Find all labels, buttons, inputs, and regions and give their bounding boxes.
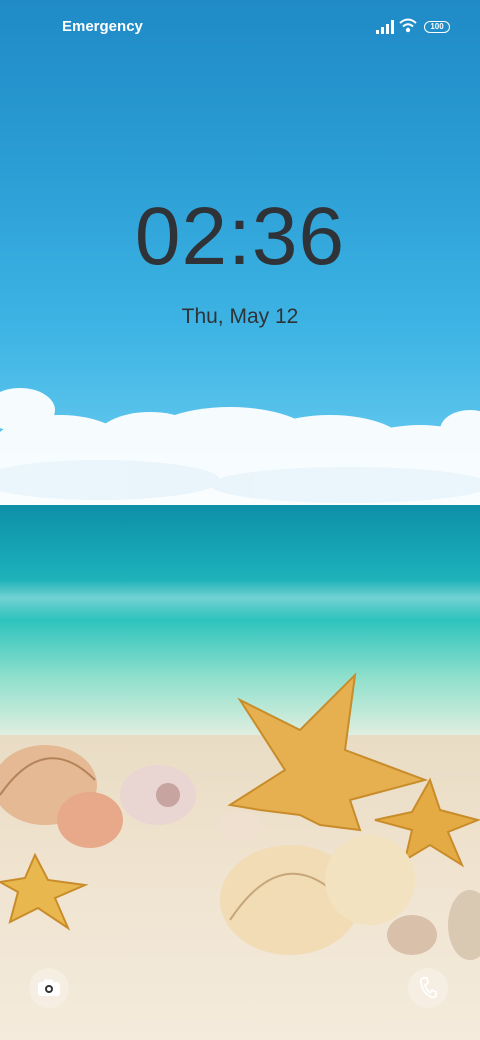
beach-wallpaper: [0, 0, 480, 1040]
lockscreen-clock: 02:36: [134, 191, 346, 282]
phone-icon: [419, 977, 437, 999]
phone-shortcut-button[interactable]: [408, 968, 448, 1008]
signal-icon: [376, 20, 394, 34]
wifi-icon: [399, 18, 417, 33]
clouds: [0, 388, 480, 510]
wave: [0, 580, 480, 620]
carrier-text: Emergency calls only: [62, 18, 146, 35]
camera-icon: [38, 979, 60, 996]
battery-icon: 100: [424, 21, 450, 33]
camera-shortcut-button[interactable]: [29, 968, 69, 1008]
status-bar: Emergency calls only 100: [0, 0, 480, 56]
lockscreen-date: Thu, May 12: [181, 305, 299, 328]
